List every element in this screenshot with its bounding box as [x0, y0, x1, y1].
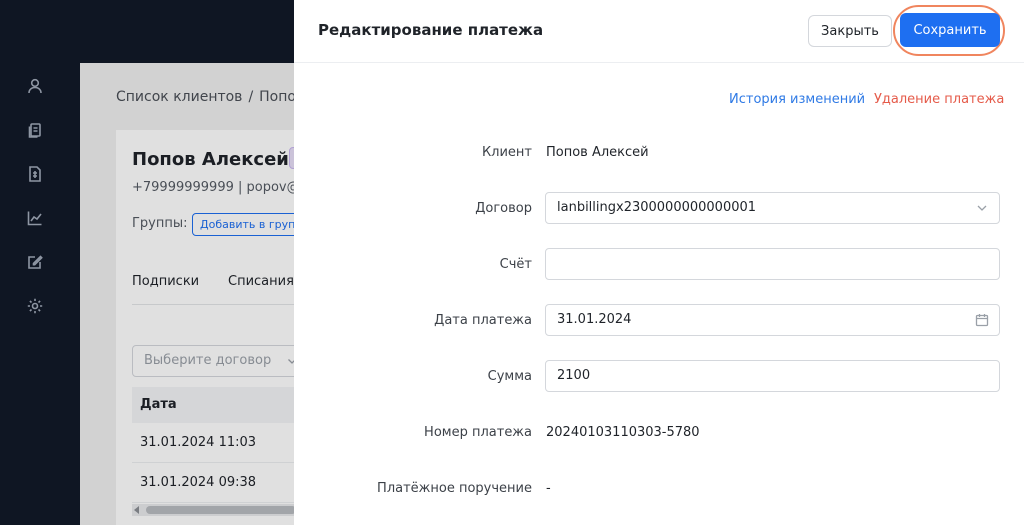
close-button[interactable]: Закрыть [808, 15, 892, 47]
contract-select[interactable]: lanbillingx2300000000000001 [545, 192, 1000, 224]
edit-payment-drawer: Редактирование платежа Закрыть Сохранить… [294, 0, 1024, 525]
payment-order-label: Платёжное поручение [377, 481, 532, 496]
gear-icon[interactable] [24, 295, 46, 317]
calendar-icon[interactable] [975, 305, 989, 335]
user-icon[interactable] [24, 75, 46, 97]
copy-icon[interactable] [24, 119, 46, 141]
amount-input[interactable]: 2100 [545, 360, 1000, 392]
contract-select-value: lanbillingx2300000000000001 [557, 200, 757, 215]
drawer-title: Редактирование платежа [318, 21, 544, 39]
delete-payment-link[interactable]: Удаление платежа [874, 92, 1004, 107]
chart-line-icon[interactable] [24, 207, 46, 229]
top-bar [80, 0, 294, 63]
account-label: Счёт [499, 257, 532, 272]
contract-label: Договор [475, 201, 532, 216]
payment-order-value: - [546, 481, 551, 496]
payment-date-label: Дата платежа [434, 313, 532, 328]
payment-date-value: 31.01.2024 [557, 312, 632, 327]
amount-label: Сумма [487, 369, 532, 384]
drawer-header: Редактирование платежа Закрыть Сохранить [294, 0, 1024, 63]
save-button[interactable]: Сохранить [900, 13, 1000, 47]
document-icon[interactable] [24, 163, 46, 185]
chevron-down-icon [975, 193, 989, 223]
account-input[interactable] [545, 248, 1000, 280]
client-value: Попов Алексей [546, 145, 649, 160]
payment-number-value: 20240103110303-5780 [546, 425, 700, 440]
payment-date-picker[interactable]: 31.01.2024 [545, 304, 1000, 336]
overlay-mask[interactable] [80, 63, 294, 525]
payment-number-label: Номер платежа [424, 425, 532, 440]
amount-input-value: 2100 [557, 368, 591, 383]
history-link[interactable]: История изменений [729, 92, 865, 107]
sidebar-nav [0, 0, 80, 525]
edit-icon[interactable] [24, 251, 46, 273]
client-label: Клиент [481, 145, 532, 160]
